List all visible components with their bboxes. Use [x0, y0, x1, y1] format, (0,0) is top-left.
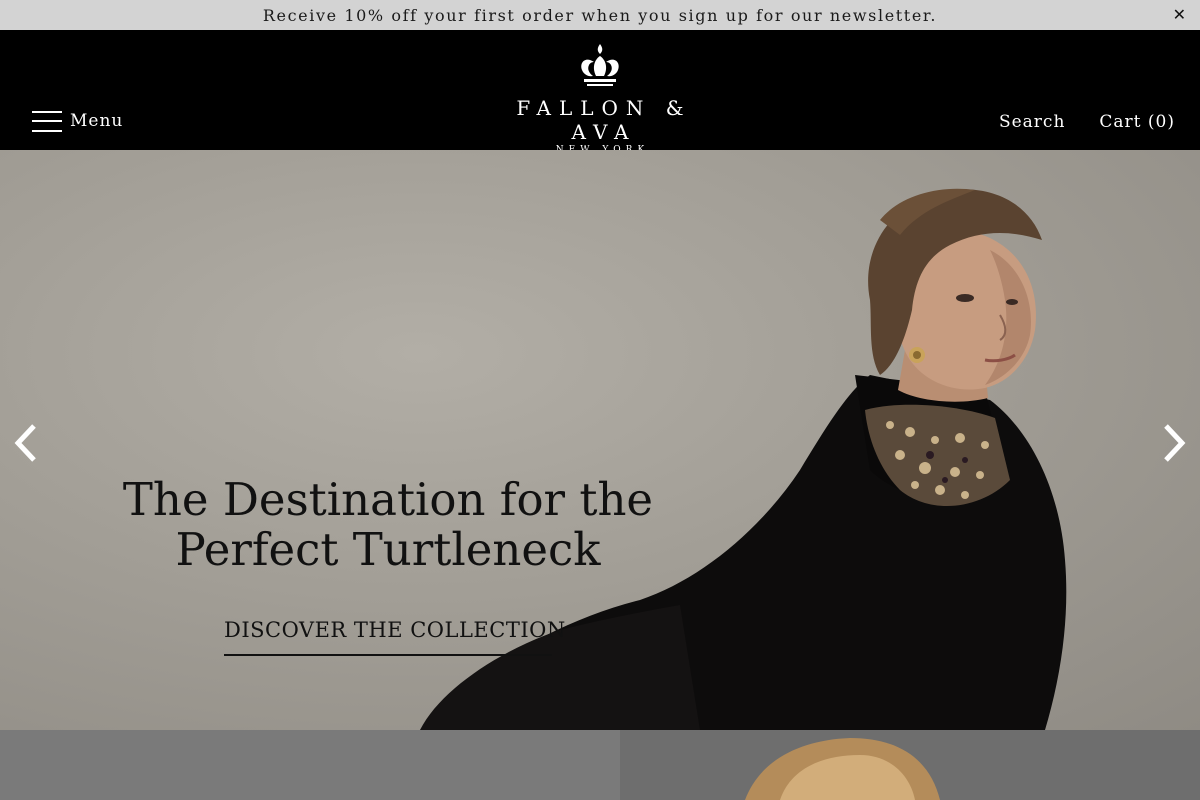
chevron-right-icon[interactable] — [1156, 420, 1190, 466]
menu-button[interactable]: Menu — [32, 110, 123, 132]
site-logo[interactable]: FALLON & AVA NEW YORK — [470, 42, 730, 155]
search-link[interactable]: Search — [999, 112, 1065, 132]
crown-icon — [581, 44, 619, 86]
hero-heading: The Destination for the Perfect Turtlene… — [120, 475, 656, 575]
announcement-text: Receive 10% off your first order when yo… — [262, 5, 938, 25]
cart-link[interactable]: Cart (0) — [1099, 112, 1175, 132]
logo-name: FALLON & AVA — [516, 96, 692, 144]
next-section-art — [0, 730, 1200, 800]
site-header: Menu FALLON & AVA NEW YORK Search Cart (… — [0, 30, 1200, 155]
hero-image — [420, 188, 1067, 730]
hero-banner: The Destination for the Perfect Turtlene… — [0, 150, 1200, 730]
hero-heading-line2: Perfect Turtleneck — [175, 523, 601, 576]
hero-heading-line1: The Destination for the — [122, 473, 654, 526]
hamburger-icon — [32, 110, 62, 132]
close-icon[interactable]: ✕ — [1173, 5, 1186, 25]
header-actions: Search Cart (0) — [999, 112, 1175, 132]
next-section-image — [0, 730, 1200, 800]
announcement-bar: Receive 10% off your first order when yo… — [0, 0, 1200, 30]
menu-label: Menu — [70, 111, 124, 131]
chevron-left-icon[interactable] — [10, 420, 44, 466]
discover-collection-button[interactable]: DISCOVER THE COLLECTION — [224, 618, 565, 656]
